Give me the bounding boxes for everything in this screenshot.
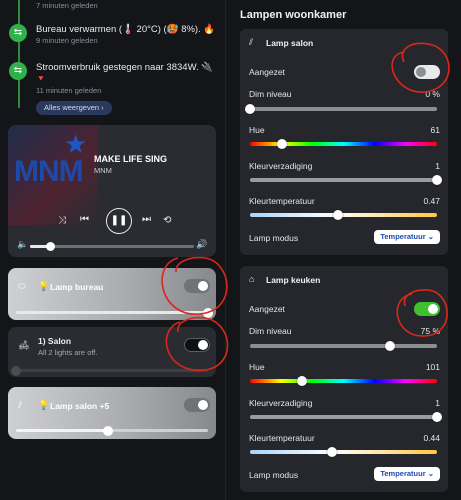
show-all-button[interactable]: Alles weergeven › [36,101,112,115]
previous-icon[interactable]: ⏮ [80,214,89,225]
automation-icon: ⇆ [9,62,27,80]
hue-value: 101 [425,362,440,372]
light-slider[interactable] [11,365,208,376]
slider-thumb[interactable] [385,341,396,351]
light-toggle[interactable] [184,338,210,352]
hue-label: Hue [249,362,265,372]
bulb-icon: 💡 [38,281,50,291]
dim-slider[interactable] [245,104,437,114]
saturation-value: 1 [435,161,440,171]
saturation-label: Kleurverzadiging [249,398,313,408]
dim-value: 75 % [420,326,440,336]
volume-thumb[interactable] [45,242,55,251]
saturation-slider[interactable] [250,175,442,185]
timeline-time: 9 minuten geleden [36,36,98,45]
mode-label: Lamp modus [249,470,299,480]
light-panel-lamp-salon: ⫽ Lamp salon Aangezet Dim niveau 0 % Hue… [240,29,448,255]
panel-title: Lamp keuken [266,275,321,285]
volume-up-icon[interactable]: 🔊 [196,239,207,250]
slider-thumb[interactable] [276,139,287,149]
saturation-value: 1 [435,398,440,408]
temperature-label: Kleurtemperatuur [249,433,315,443]
temperature-value: 0.47 [423,196,440,206]
slider-thumb[interactable] [432,412,442,422]
mode-select[interactable]: Temperatuur ⌄ [374,467,440,481]
dim-slider[interactable] [250,341,437,351]
light-panel-lamp-keuken: ⌂ Lamp keuken Aangezet Dim niveau 75 % H… [240,266,448,492]
saturation-label: Kleurverzadiging [249,161,313,171]
media-title: MAKE LIFE SING [94,154,168,164]
volume-down-icon[interactable]: 🔈 [17,239,28,250]
mode-select[interactable]: Temperatuur ⌄ [374,230,440,244]
light-slider[interactable] [16,307,213,318]
on-label: Aangezet [249,304,285,314]
light-card-salon[interactable]: 🛋 1) Salon All 2 lights are off. [8,327,216,377]
timeline-time: 11 minuten geleden [36,86,102,95]
repeat-icon[interactable]: ⟲ [163,215,171,226]
timeline-title-cont: 🔻 [36,74,46,83]
light-icon: ⌂ [249,274,255,284]
timeline-title: Bureau verwarmen (🌡️ 20°C) (🥵 8%). 🔥 [36,24,216,35]
column-divider [225,0,226,500]
on-toggle[interactable] [414,65,440,79]
slider-thumb[interactable] [327,447,338,457]
timeline-time: 7 minuten geleden [36,1,98,10]
light-name: 1) Salon [38,336,72,346]
slider-thumb[interactable] [332,210,343,220]
automation-icon: ⇆ [9,24,27,42]
slider-thumb[interactable] [103,425,114,436]
slider-thumb[interactable] [245,104,255,114]
bulb-icon: 💡 [38,400,50,410]
slider-thumb[interactable] [11,365,21,376]
slider-thumb[interactable] [297,376,308,386]
slider-thumb[interactable] [203,307,213,318]
light-name: Lamp bureau [50,282,104,292]
light-toggle[interactable] [184,279,210,293]
volume-slider[interactable] [30,242,194,251]
media-subtitle: MNM [94,166,112,175]
timeline-title: Stroomverbruik gestegen naar 3834W. 🔌 [36,62,214,73]
on-toggle[interactable] [414,302,440,316]
media-player-card: ★ MNM MAKE LIFE SING MNM ⤨ ⏮ ❚❚ ⏭ ⟲ [8,125,216,257]
light-toggle[interactable] [184,398,210,412]
dim-value: 0 % [425,89,440,99]
light-icon: ⫽ [249,37,254,47]
light-card-lamp-salon-group[interactable]: ⫽ 💡 Lamp salon +5 [8,387,216,439]
ceiling-light-icon: ⬭ [18,281,26,291]
temperature-value: 0.44 [423,433,440,443]
slider-fill [16,429,109,432]
saturation-slider[interactable] [250,412,442,422]
timeline-line [18,0,20,108]
sofa-icon: 🛋 [18,340,30,350]
floor-lamp-icon: ⫽ [18,400,23,410]
station-logo: MNM [14,155,84,188]
on-label: Aangezet [249,67,285,77]
section-title: Lampen woonkamer [240,9,347,21]
light-name: Lamp salon +5 [50,401,110,411]
dim-label: Dim niveau [249,89,292,99]
temperature-label: Kleurtemperatuur [249,196,315,206]
light-slider[interactable] [16,425,208,436]
hue-slider[interactable] [250,376,437,386]
play-pause-button[interactable]: ❚❚ [106,208,132,234]
light-status: All 2 lights are off. [38,348,98,357]
mode-label: Lamp modus [249,233,299,243]
hue-slider[interactable] [250,139,437,149]
temperature-slider[interactable] [250,447,437,457]
slider-thumb[interactable] [432,175,442,185]
hue-value: 61 [430,125,440,135]
next-icon[interactable]: ⏭ [142,214,151,225]
hue-label: Hue [249,125,265,135]
panel-title: Lamp salon [266,38,314,48]
shuffle-icon[interactable]: ⤨ [58,215,66,226]
temperature-slider[interactable] [250,210,437,220]
dim-label: Dim niveau [249,326,292,336]
light-card-lamp-bureau[interactable]: ⬭ 💡 Lamp bureau [8,268,216,320]
